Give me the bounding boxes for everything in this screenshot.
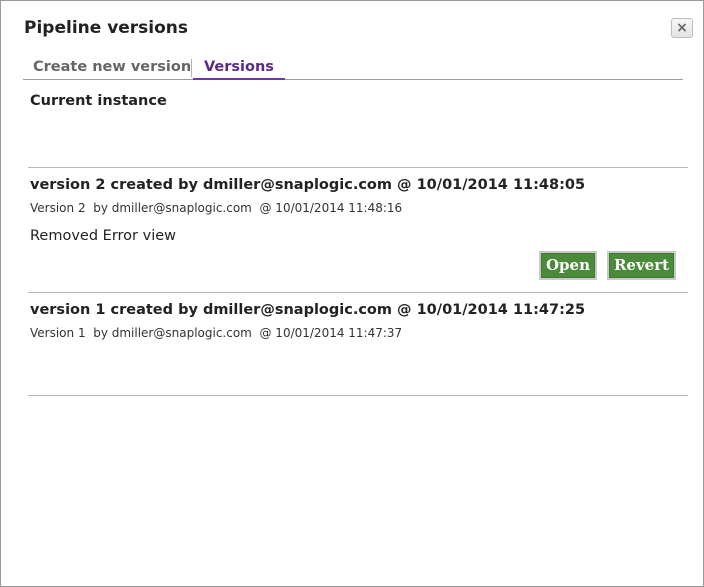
close-icon[interactable]: × <box>671 18 693 38</box>
version-2-message: Removed Error view <box>30 228 176 244</box>
current-instance-heading: Current instance <box>30 93 167 109</box>
dialog-title: Pipeline versions <box>24 18 189 38</box>
tab-separator <box>191 59 192 77</box>
version-1-title: version 1 created by dmiller@snaplogic.c… <box>30 302 586 318</box>
version-2-title: version 2 created by dmiller@snaplogic.c… <box>30 177 586 193</box>
open-button[interactable]: Open <box>539 251 597 280</box>
tab-bar: Create new version Versions <box>23 57 683 80</box>
pipeline-versions-dialog: Pipeline versions × Create new version V… <box>0 0 704 587</box>
revert-button[interactable]: Revert <box>607 251 676 280</box>
tab-create-new-version[interactable]: Create new version <box>33 57 191 79</box>
version-1-subtitle: Version 1 by dmiller@snaplogic.com @ 10/… <box>30 326 403 340</box>
divider <box>28 395 688 396</box>
tab-versions[interactable]: Versions <box>193 57 285 80</box>
divider <box>28 292 688 293</box>
divider <box>28 167 688 168</box>
version-2-subtitle: Version 2 by dmiller@snaplogic.com @ 10/… <box>30 201 403 215</box>
